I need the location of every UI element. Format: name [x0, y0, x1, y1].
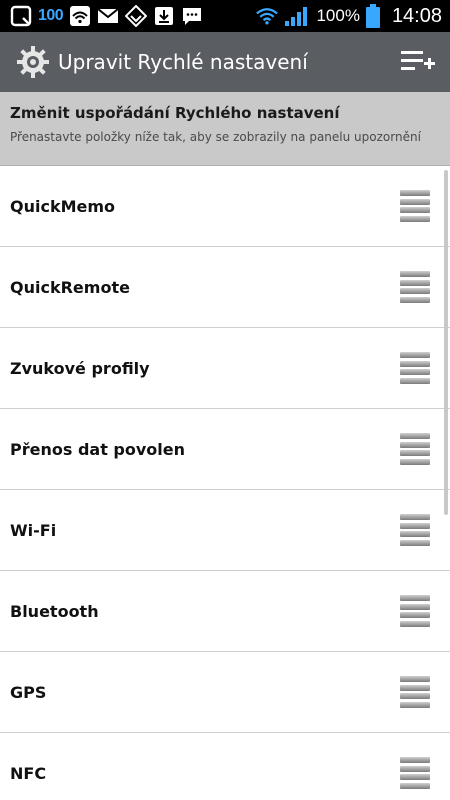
- wifi-signal-icon: [69, 5, 91, 27]
- battery-icon: [365, 4, 380, 28]
- drag-handle-icon[interactable]: [400, 595, 430, 627]
- list-item-wifi[interactable]: Wi-Fi: [0, 490, 450, 571]
- battery-percent: 100%: [316, 6, 360, 25]
- list-item-quickremote[interactable]: QuickRemote: [0, 247, 450, 328]
- messaging-icon: [181, 5, 203, 27]
- scrollbar[interactable]: [444, 170, 448, 515]
- list-item-label: QuickRemote: [10, 277, 130, 297]
- drag-handle-icon[interactable]: [400, 757, 430, 789]
- drag-handle-icon[interactable]: [400, 271, 430, 303]
- gear-icon[interactable]: [16, 45, 50, 79]
- screen: 100 100% 14:08 Upravit Rychlé nastavení …: [0, 0, 450, 800]
- list-item-label: Zvukové profily: [10, 358, 150, 378]
- list-item-label: Wi-Fi: [10, 520, 57, 540]
- drag-handle-icon[interactable]: [400, 514, 430, 546]
- list-item-sound-profiles[interactable]: Zvukové profily: [0, 328, 450, 409]
- feedly-icon: [125, 5, 148, 27]
- clock: 14:08: [391, 4, 442, 27]
- page-title: Upravit Rychlé nastavení: [58, 50, 308, 74]
- drag-handle-icon[interactable]: [400, 190, 430, 222]
- list-item-label: GPS: [10, 682, 47, 702]
- list-item-gps[interactable]: GPS: [0, 652, 450, 733]
- section-header: Změnit uspořádání Rychlého nastavení Pře…: [0, 92, 450, 166]
- add-list-icon[interactable]: [398, 42, 438, 82]
- status-bar: 100 100% 14:08: [0, 0, 450, 32]
- wifi-icon: [256, 5, 279, 27]
- list-item-quickmemo[interactable]: QuickMemo: [0, 166, 450, 247]
- section-subtitle: Přenastavte položky níže tak, aby se zob…: [10, 130, 421, 144]
- section-title: Změnit uspořádání Rychlého nastavení: [10, 104, 340, 122]
- list-item-nfc[interactable]: NFC: [0, 733, 450, 800]
- action-bar: Upravit Rychlé nastavení: [0, 32, 450, 92]
- list-item-label: Přenos dat povolen: [10, 439, 186, 459]
- notification-count: 100: [38, 7, 64, 24]
- quick-settings-list: QuickMemo QuickRemote Zvukové profily Př…: [0, 166, 450, 800]
- list-item-label: Bluetooth: [10, 601, 99, 621]
- list-item-data-enabled[interactable]: Přenos dat povolen: [0, 409, 450, 490]
- status-bar-right: 100% 14:08: [256, 4, 442, 28]
- cell-signal-icon: [284, 5, 310, 27]
- q-app-icon: [10, 5, 32, 27]
- gmail-icon: [97, 5, 119, 27]
- drag-handle-icon[interactable]: [400, 676, 430, 708]
- list-item-label: QuickMemo: [10, 196, 116, 216]
- list-item-label: NFC: [10, 763, 47, 783]
- status-bar-left: 100: [10, 5, 203, 27]
- drag-handle-icon[interactable]: [400, 352, 430, 384]
- download-icon: [153, 5, 175, 27]
- drag-handle-icon[interactable]: [400, 433, 430, 465]
- list-item-bluetooth[interactable]: Bluetooth: [0, 571, 450, 652]
